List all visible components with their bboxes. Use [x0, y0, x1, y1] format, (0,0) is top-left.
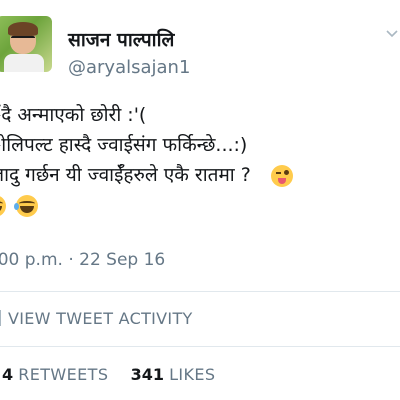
tweet-line-4 [0, 190, 400, 220]
display-name[interactable]: साजन पाल्पालि [68, 26, 174, 52]
avatar-hair [8, 22, 38, 36]
face-with-tears-of-joy-icon [0, 194, 6, 217]
retweets-count[interactable]: 4 [2, 365, 13, 384]
activity-label: VIEW TWEET ACTIVITY [8, 309, 193, 328]
avatar[interactable] [0, 16, 52, 72]
likes-label[interactable]: LIKES [169, 365, 215, 384]
tweet-stats: 4 RETWEETS 341 LIKES [2, 365, 215, 384]
tweet-text: ँदै अन्माएको छोरी :'( ोलिपल्ट हास्दै ज्व… [0, 100, 400, 220]
avatar-glasses [11, 36, 35, 44]
chevron-down-icon[interactable] [384, 26, 400, 42]
face-with-tears-of-joy-icon [14, 194, 39, 217]
divider-top [0, 291, 400, 292]
tweet-line-1: ँदै अन्माएको छोरी :'( [0, 104, 147, 126]
retweets-label[interactable]: RETWEETS [18, 365, 108, 384]
likes-count[interactable]: 341 [131, 365, 164, 384]
avatar-shirt [4, 54, 44, 72]
view-tweet-activity-link[interactable]: VIEW TWEET ACTIVITY [0, 304, 400, 334]
divider-bottom [0, 346, 400, 347]
tweet-line-3: जादु गर्छन यी ज्वाईँहरुले एकै रातमा ? [0, 160, 400, 190]
tweet-timestamp[interactable]: :00 p.m. · 22 Sep 16 [0, 250, 165, 270]
bar-chart-icon [0, 310, 1, 326]
tweet-line-2: ोलिपल्ट हास्दै ज्वाईसंग फर्किन्छे...:) [0, 134, 248, 156]
winking-face-tongue-icon [270, 164, 293, 187]
tweet-line-3-text: जादु गर्छन यी ज्वाईँहरुले एकै रातमा ? [0, 164, 251, 186]
user-handle[interactable]: @aryalsajan1 [68, 57, 190, 78]
